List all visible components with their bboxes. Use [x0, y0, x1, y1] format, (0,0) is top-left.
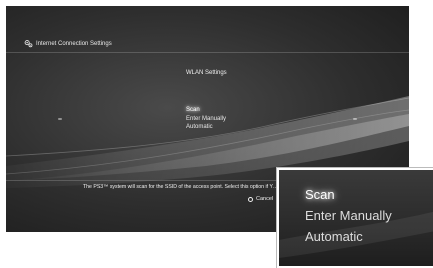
zoom-item-scan[interactable]: Scan — [305, 184, 392, 205]
menu-item-automatic[interactable]: Automatic — [186, 123, 226, 132]
option-description: The PS3™ system will scan for the SSID o… — [83, 184, 279, 190]
circle-button-icon — [248, 196, 253, 202]
scroll-marker-left — [58, 118, 62, 120]
zoomed-menu: Scan Enter Manually Automatic — [305, 184, 392, 247]
cancel-button[interactable]: Cancel — [248, 196, 273, 202]
scroll-marker-right — [353, 118, 357, 120]
menu-item-enter-manually[interactable]: Enter Manually — [186, 115, 226, 124]
header: Internet Connection Settings — [24, 39, 112, 48]
wlan-menu: Scan Enter Manually Automatic — [186, 106, 226, 132]
header-divider — [6, 52, 409, 53]
zoom-item-enter-manually[interactable]: Enter Manually — [305, 205, 392, 226]
cancel-label: Cancel — [256, 196, 274, 202]
zoom-item-automatic[interactable]: Automatic — [305, 226, 392, 247]
zoomed-menu-inset: Scan Enter Manually Automatic — [277, 168, 433, 268]
settings-gears-icon — [24, 40, 33, 48]
page-title: Internet Connection Settings — [36, 40, 112, 47]
wlan-settings-title: WLAN Settings — [186, 70, 227, 76]
menu-item-scan[interactable]: Scan — [186, 106, 226, 115]
